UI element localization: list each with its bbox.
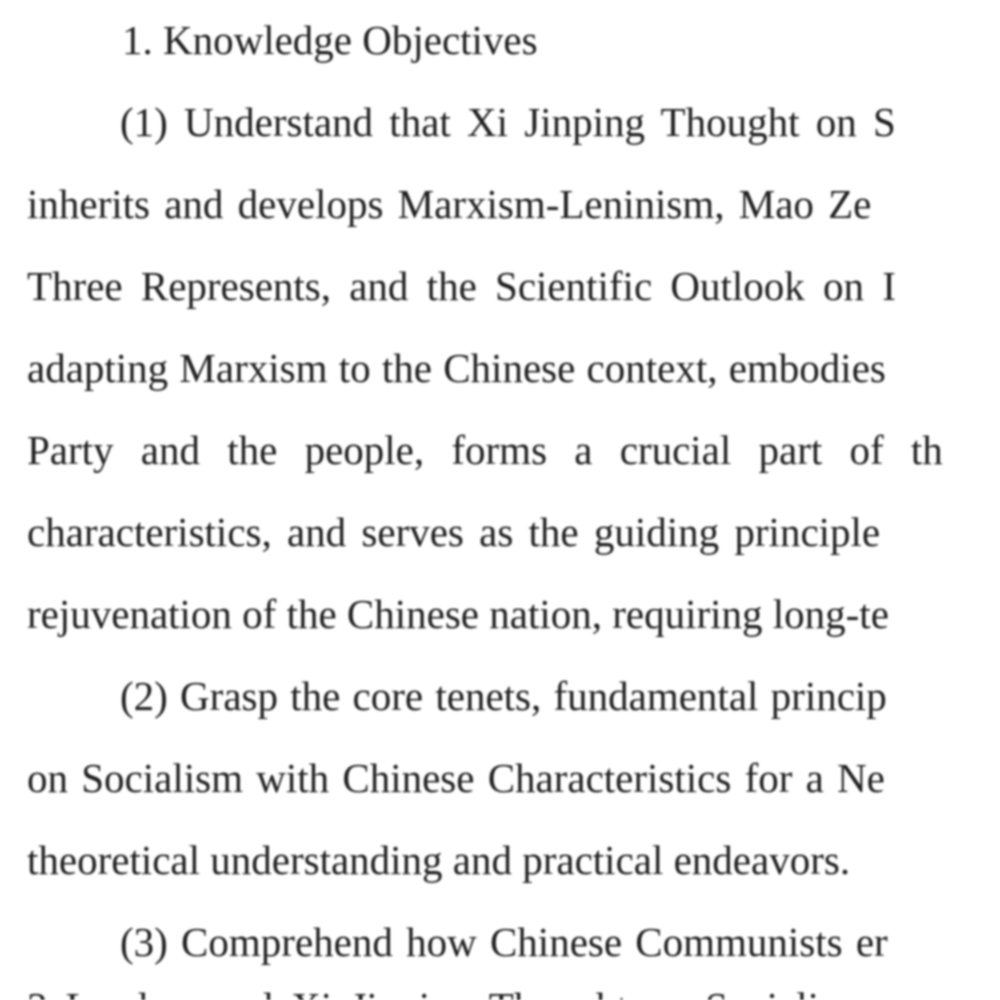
paragraph-line-text: theoretical understanding and practical … (27, 837, 851, 883)
paragraph-line-text: (2) Grasp the core tenets, fundamental p… (120, 673, 887, 719)
document-page: 1. Knowledge Objectives (1) Understand t… (0, 0, 1000, 1000)
paragraph-line-partial: 3 Leaders and Xi Jinping Thought on Soci… (0, 977, 1000, 1000)
paragraph-line-text: adapting Marxism to the Chinese context,… (27, 345, 886, 391)
paragraph-line: Three Represents, and the Scientific Out… (0, 256, 1000, 316)
paragraph-line: Party and the people, forms a crucial pa… (0, 420, 1000, 480)
paragraph-line: on Socialism with Chinese Characteristic… (0, 748, 1000, 808)
section-heading-text: 1. Knowledge Objectives (122, 17, 538, 63)
paragraph-line-text: rejuvenation of the Chinese nation, requ… (27, 591, 889, 637)
paragraph-line-text: Party and the people, forms a crucial pa… (27, 427, 943, 473)
paragraph-line-text: (1) Understand that Xi Jinping Thought o… (120, 99, 896, 145)
paragraph-line-text: inherits and develops Marxism-Leninism, … (27, 181, 872, 227)
paragraph-line: inherits and develops Marxism-Leninism, … (0, 174, 1000, 234)
paragraph-line-text: characteristics, and serves as the guidi… (27, 509, 881, 555)
paragraph-line: rejuvenation of the Chinese nation, requ… (0, 584, 1000, 644)
paragraph-line: (1) Understand that Xi Jinping Thought o… (0, 92, 1000, 152)
paragraph-line-text: 3 Leaders and Xi Jinping Thought on Soci… (27, 977, 867, 1000)
section-heading: 1. Knowledge Objectives (0, 10, 1000, 70)
paragraph-line: theoretical understanding and practical … (0, 830, 1000, 890)
paragraph-line: adapting Marxism to the Chinese context,… (0, 338, 1000, 398)
paragraph-line: characteristics, and serves as the guidi… (0, 502, 1000, 562)
paragraph-line-text: on Socialism with Chinese Characteristic… (27, 755, 885, 801)
paragraph-line-text: Three Represents, and the Scientific Out… (27, 263, 896, 309)
paragraph-line: (2) Grasp the core tenets, fundamental p… (0, 666, 1000, 726)
paragraph-line-text: (3) Comprehend how Chinese Communists er (120, 919, 888, 965)
paragraph-line: (3) Comprehend how Chinese Communists er (0, 912, 1000, 972)
